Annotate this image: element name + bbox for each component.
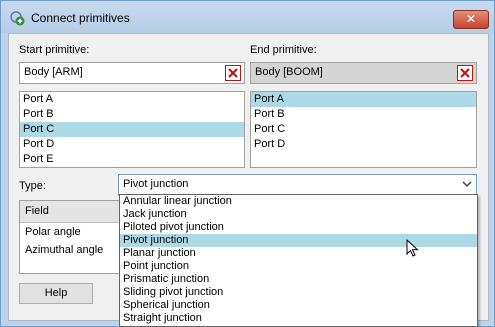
- close-button[interactable]: ✕: [453, 10, 489, 29]
- dropdown-option[interactable]: Sliding pivot junction: [120, 286, 477, 299]
- type-select[interactable]: Pivot junction: [118, 174, 477, 196]
- end-primitive-value: Body [BOOM]: [255, 66, 323, 78]
- list-item-selected[interactable]: Port C: [20, 122, 244, 137]
- dialog-window: Connect primitives ✕ Start primitive: Bo…: [0, 0, 495, 327]
- list-item[interactable]: Port D: [251, 137, 476, 152]
- end-clear-button[interactable]: [457, 65, 473, 81]
- type-label: Type:: [19, 180, 46, 192]
- start-primitive-label: Start primitive:: [19, 44, 90, 56]
- dropdown-option[interactable]: Jack junction: [120, 208, 477, 221]
- list-item[interactable]: Port D: [20, 137, 244, 152]
- window-title: Connect primitives: [31, 11, 130, 25]
- list-item-selected[interactable]: Port A: [251, 92, 476, 107]
- dropdown-option[interactable]: Prismatic junction: [120, 273, 477, 286]
- mouse-pointer-icon: [406, 238, 420, 259]
- red-x-icon: [228, 68, 238, 78]
- dropdown-option[interactable]: Planar junction: [120, 247, 477, 260]
- list-item[interactable]: Port B: [251, 107, 476, 122]
- connect-primitives-icon: [9, 10, 25, 26]
- start-primitive-value: Body [ARM]: [24, 66, 83, 78]
- help-button[interactable]: Help: [19, 283, 93, 304]
- chevron-down-icon[interactable]: [462, 178, 472, 190]
- start-primitive-field[interactable]: Body [ARM]: [19, 62, 245, 84]
- end-primitive-label: End primitive:: [250, 44, 317, 56]
- dropdown-option[interactable]: Annular linear junction: [120, 195, 477, 208]
- dropdown-option[interactable]: Point junction: [120, 260, 477, 273]
- list-item[interactable]: Port B: [20, 107, 244, 122]
- list-item[interactable]: Port E: [20, 152, 244, 167]
- end-port-list[interactable]: Port A Port B Port C Port D: [250, 91, 477, 168]
- title-bar[interactable]: Connect primitives ✕: [1, 1, 494, 33]
- dropdown-option[interactable]: Piloted pivot junction: [120, 221, 477, 234]
- dropdown-option[interactable]: Straight junction: [120, 312, 477, 325]
- list-item[interactable]: Port A: [20, 92, 244, 107]
- red-x-icon: [460, 68, 470, 78]
- type-select-value: Pivot junction: [123, 178, 189, 190]
- end-primitive-field[interactable]: Body [BOOM]: [250, 62, 477, 84]
- start-clear-button[interactable]: [225, 65, 241, 81]
- type-dropdown-list[interactable]: Annular linear junction Jack junction Pi…: [119, 194, 478, 327]
- dropdown-option-highlighted[interactable]: Pivot junction: [120, 234, 477, 247]
- close-icon: ✕: [465, 12, 477, 26]
- list-item[interactable]: Port C: [251, 122, 476, 137]
- dropdown-option[interactable]: Spherical junction: [120, 299, 477, 312]
- start-port-list[interactable]: Port A Port B Port C Port D Port E: [19, 91, 245, 168]
